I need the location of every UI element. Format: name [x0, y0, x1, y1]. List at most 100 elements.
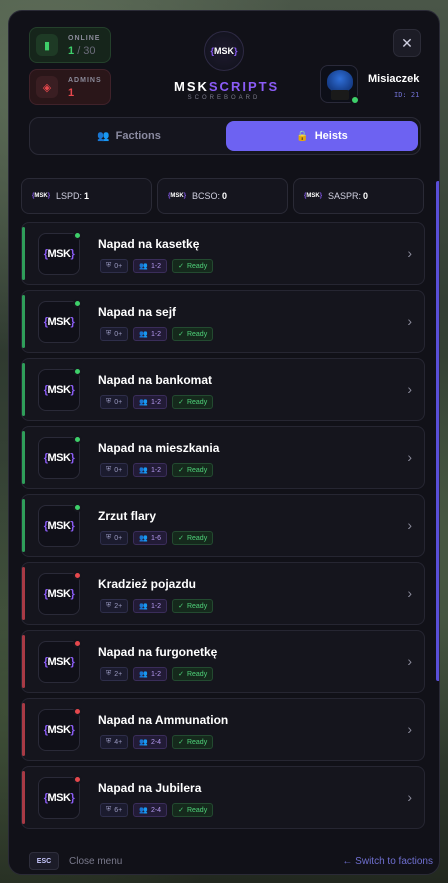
status-stripe [22, 295, 25, 348]
availability-dot [73, 299, 82, 308]
availability-dot [73, 707, 82, 716]
status-stripe [22, 499, 25, 552]
players-badge: 👥 2-4 [133, 803, 168, 817]
heist-card[interactable]: {MSK} Napad na bankomat ⛨ 0+ 👥 1-2 ✓ Ready … [21, 358, 425, 421]
msk-icon: {MSK} [32, 193, 51, 199]
players-badge: 👥 1-2 [133, 667, 168, 681]
heist-card[interactable]: {MSK} Kradzież pojazdu ⛨ 2+ 👥 1-2 ✓ Ready › [21, 562, 425, 625]
status-stripe [22, 703, 25, 756]
heist-logo-icon: {MSK} [38, 571, 82, 615]
chevron-right-icon: › [407, 653, 412, 669]
heist-title: Napad na sejf [98, 305, 177, 319]
avatar [320, 65, 360, 105]
players-badge: 👥 1-2 [133, 395, 168, 409]
online-stat: ▮ ONLINE 1 / 30 [29, 27, 111, 63]
chevron-right-icon: › [407, 449, 412, 465]
heist-logo-icon: {MSK} [38, 639, 82, 683]
check-icon: ✓ [178, 739, 184, 746]
scrollbar[interactable] [436, 181, 439, 681]
tab-heists[interactable]: 🔒 Heists [226, 121, 418, 151]
heist-card[interactable]: {MSK} Zrzut flary ⛨ 0+ 👥 1-6 ✓ Ready › [21, 494, 425, 557]
heist-card[interactable]: {MSK} Napad na kasetkę ⛨ 0+ 👥 1-2 ✓ Ready › [21, 222, 425, 285]
close-button[interactable]: ✕ [393, 29, 421, 57]
availability-dot [73, 231, 82, 240]
users-icon: 👥 [97, 130, 110, 142]
users-icon: 👥 [139, 263, 148, 270]
heist-logo-icon: {MSK} [38, 435, 82, 479]
players-badge: 👥 2-4 [133, 735, 168, 749]
police-requirement-badge: ⛨ 0+ [100, 259, 129, 273]
shield-icon: ⛨ [106, 262, 112, 269]
availability-dot [73, 571, 82, 580]
signal-icon: ▮ [36, 34, 58, 56]
availability-dot [73, 367, 82, 376]
heist-card[interactable]: {MSK} Napad na Jubilera ⛨ 6+ 👥 2-4 ✓ Ready … [21, 766, 425, 829]
user-id: ID: 21 [394, 91, 420, 99]
faction-count-saspr: {MSK} SASPR: 0 [293, 178, 424, 214]
police-requirement-badge: ⛨ 0+ [100, 327, 129, 341]
status-badge: ✓ Ready [172, 667, 214, 681]
heist-title: Napad na Ammunation [98, 713, 229, 727]
esc-key[interactable]: ESC [29, 852, 59, 870]
shield-icon: ⛨ [106, 738, 112, 745]
footer: ESC Close menu ← Switch to factions [29, 851, 433, 871]
users-icon: 👥 [139, 739, 148, 746]
players-badge: 👥 1-6 [133, 531, 168, 545]
heist-logo-icon: {MSK} [38, 775, 82, 819]
availability-dot [73, 503, 82, 512]
online-max: / 30 [77, 45, 96, 57]
check-icon: ✓ [178, 603, 184, 610]
switch-to-factions-link[interactable]: ← Switch to factions [342, 856, 433, 867]
heist-card[interactable]: {MSK} Napad na mieszkania ⛨ 0+ 👥 1-2 ✓ Read… [21, 426, 425, 489]
faction-count-bcso: {MSK} BCSO: 0 [157, 178, 288, 214]
heist-title: Napad na mieszkania [98, 441, 220, 455]
check-icon: ✓ [178, 399, 184, 406]
check-icon: ✓ [178, 467, 184, 474]
police-requirement-badge: ⛨ 2+ [100, 667, 129, 681]
heist-card[interactable]: {MSK} Napad na furgonetkę ⛨ 2+ 👥 1-2 ✓ Read… [21, 630, 425, 693]
users-icon: 👥 [139, 807, 148, 814]
lock-icon: 🔒 [296, 130, 309, 142]
shield-icon: ⛨ [106, 330, 112, 337]
shield-icon: ⛨ [106, 602, 112, 609]
user-name: Misiaczek [368, 73, 420, 85]
police-requirement-badge: ⛨ 0+ [100, 395, 129, 409]
status-stripe [22, 431, 25, 484]
heist-logo-icon: {MSK} [38, 367, 82, 411]
heist-card[interactable]: {MSK} Napad na sejf ⛨ 0+ 👥 1-2 ✓ Ready › [21, 290, 425, 353]
police-requirement-badge: ⛨ 6+ [100, 803, 129, 817]
heist-title: Napad na Jubilera [98, 781, 202, 795]
brand-subtitle: SCOREBOARD [187, 95, 261, 101]
status-stripe [22, 771, 25, 824]
police-requirement-badge: ⛨ 4+ [100, 735, 129, 749]
tab-factions[interactable]: 👥 Factions [33, 121, 225, 151]
heist-card[interactable]: {MSK} Napad na Ammunation ⛨ 4+ 👥 2-4 ✓ Read… [21, 698, 425, 761]
heist-title: Zrzut flary [98, 509, 157, 523]
shield-icon: ⛨ [106, 398, 112, 405]
heist-title: Napad na furgonetkę [98, 645, 218, 659]
chevron-right-icon: › [407, 517, 412, 533]
police-requirement-badge: ⛨ 0+ [100, 531, 129, 545]
check-icon: ✓ [178, 535, 184, 542]
players-badge: 👥 1-2 [133, 327, 168, 341]
status-stripe [22, 227, 25, 280]
status-stripe [22, 363, 25, 416]
check-icon: ✓ [178, 331, 184, 338]
close-icon: ✕ [401, 34, 413, 51]
users-icon: 👥 [139, 603, 148, 610]
shield-icon: ⛨ [106, 806, 112, 813]
close-menu-hint: Close menu [69, 855, 123, 867]
heist-title: Kradzież pojazdu [98, 577, 197, 591]
check-icon: ✓ [178, 671, 184, 678]
heist-logo-icon: {MSK} [38, 707, 82, 751]
status-badge: ✓ Ready [172, 327, 214, 341]
status-badge: ✓ Ready [172, 803, 214, 817]
chevron-right-icon: › [407, 313, 412, 329]
chevron-right-icon: › [407, 721, 412, 737]
shield-icon: ⛨ [106, 534, 112, 541]
msk-icon: {MSK} [304, 193, 323, 199]
users-icon: 👥 [139, 535, 148, 542]
chevron-right-icon: › [407, 789, 412, 805]
heist-title: Napad na kasetkę [98, 237, 200, 251]
availability-dot [73, 435, 82, 444]
